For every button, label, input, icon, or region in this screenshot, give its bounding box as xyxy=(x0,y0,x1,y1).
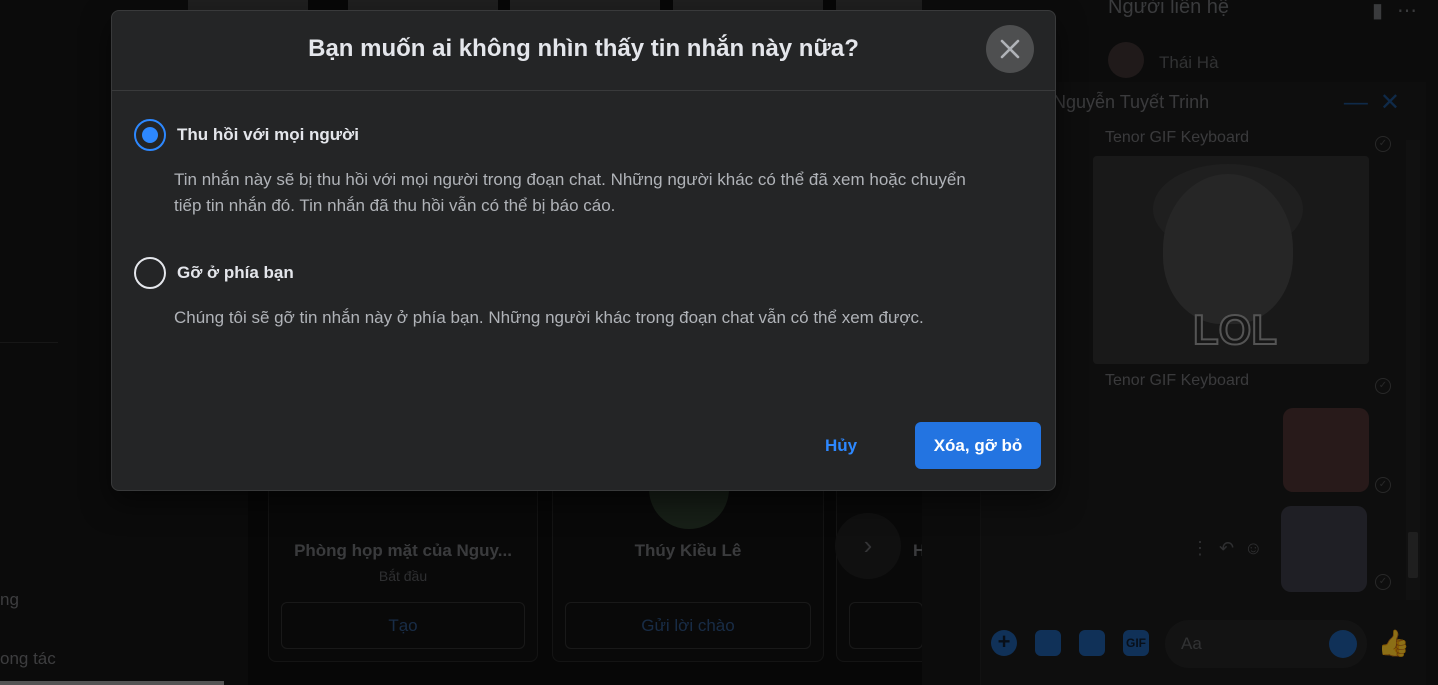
cancel-button[interactable]: Hủy xyxy=(796,423,886,469)
radio-unsend-for-everyone[interactable] xyxy=(134,119,166,151)
option-remove-for-you[interactable]: Gỡ ở phía bạn Chúng tôi sẽ gỡ tin nhắn n… xyxy=(132,257,1012,357)
confirm-remove-button[interactable]: Xóa, gỡ bỏ xyxy=(915,422,1041,469)
option-unsend-for-everyone[interactable]: Thu hồi với mọi người Tin nhắn này sẽ bị… xyxy=(132,119,1012,219)
unsend-message-dialog: Bạn muốn ai không nhìn thấy tin nhắn này… xyxy=(111,10,1056,491)
option-description: Tin nhắn này sẽ bị thu hồi với mọi người… xyxy=(174,170,966,215)
option-description: Chúng tôi sẽ gỡ tin nhắn này ở phía bạn.… xyxy=(174,308,924,327)
dialog-title: Bạn muốn ai không nhìn thấy tin nhắn này… xyxy=(308,35,859,62)
option-label: Thu hồi với mọi người xyxy=(177,125,359,144)
close-button[interactable] xyxy=(986,25,1034,73)
dialog-header: Bạn muốn ai không nhìn thấy tin nhắn này… xyxy=(112,11,1055,91)
close-icon xyxy=(1000,39,1020,59)
option-label: Gỡ ở phía bạn xyxy=(177,263,294,282)
radio-remove-for-you[interactable] xyxy=(134,257,166,289)
